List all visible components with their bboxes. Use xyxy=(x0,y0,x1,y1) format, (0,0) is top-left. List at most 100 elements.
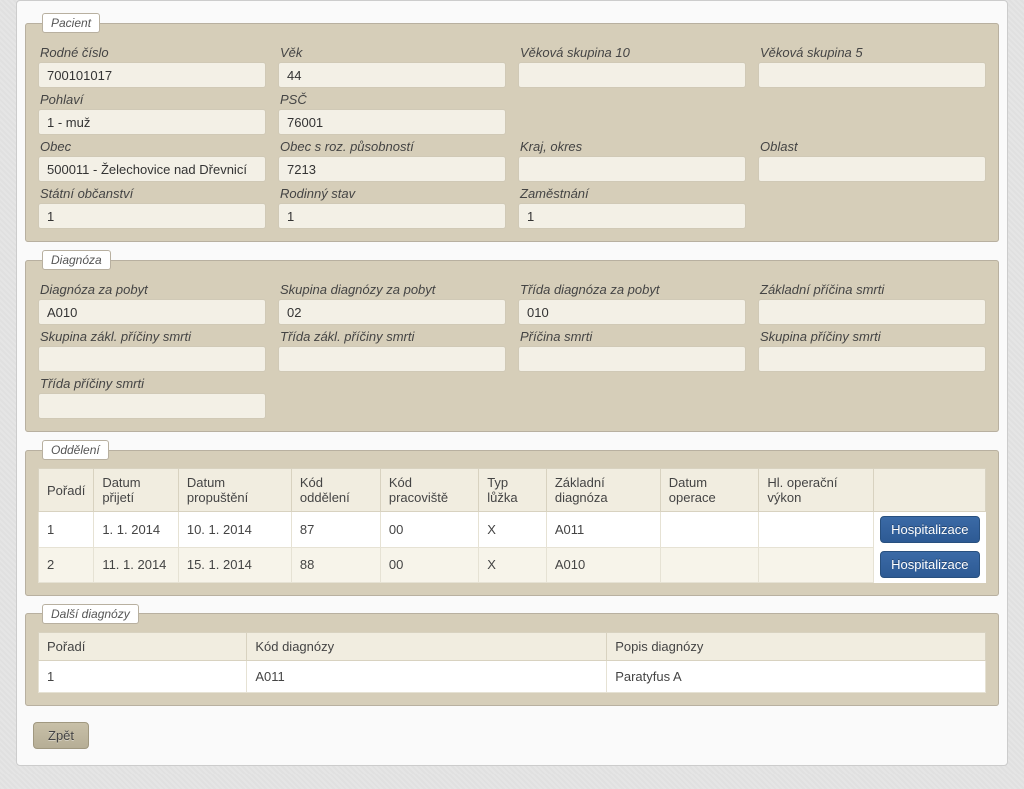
fieldset-pacient: Pacient Rodné číslo Věk Věková skupina 1… xyxy=(25,13,999,242)
cell-datum_operace xyxy=(660,512,759,548)
cell-datum_prijeti: 1. 1. 2014 xyxy=(94,512,179,548)
input-pricina-smrti[interactable] xyxy=(518,346,746,372)
label-psc: PSČ xyxy=(278,92,506,107)
field-statni-obcanstvi: Státní občanství xyxy=(38,186,266,229)
field-trida-zakl-pricina: Třída zákl. příčiny smrti xyxy=(278,329,506,372)
input-vek-skupina-5[interactable] xyxy=(758,62,986,88)
cell-kod_pracoviste: 00 xyxy=(380,547,478,582)
field-obec-roz: Obec s roz. působností xyxy=(278,139,506,182)
th-datum-operace[interactable]: Datum operace xyxy=(660,469,759,512)
field-vek-skupina-5: Věková skupina 5 xyxy=(758,45,986,88)
back-button[interactable]: Zpět xyxy=(33,722,89,749)
th-dd-poradi[interactable]: Pořadí xyxy=(39,632,247,660)
cell-kod: A011 xyxy=(247,660,607,692)
cell-zakladni_diagnoza: A010 xyxy=(546,547,660,582)
cell-zakladni_diagnoza: A011 xyxy=(546,512,660,548)
label-pohlavi: Pohlaví xyxy=(38,92,266,107)
th-datum-prijeti[interactable]: Datum přijetí xyxy=(94,469,179,512)
input-rodinny-stav[interactable] xyxy=(278,203,506,229)
label-pricina-smrti: Příčina smrti xyxy=(518,329,746,344)
fieldset-diagnoza: Diagnóza Diagnóza za pobyt Skupina diagn… xyxy=(25,250,999,432)
input-kraj-okres[interactable] xyxy=(518,156,746,182)
label-trida-zakl-pricina: Třída zákl. příčiny smrti xyxy=(278,329,506,344)
hospitalizace-button[interactable]: Hospitalizace xyxy=(880,516,979,543)
label-skup-diag-pobyt: Skupina diagnózy za pobyt xyxy=(278,282,506,297)
cell-kod_oddeleni: 88 xyxy=(291,547,380,582)
cell-datum_propusteni: 15. 1. 2014 xyxy=(178,547,291,582)
label-trida-pricina-smrti: Třída příčiny smrti xyxy=(38,376,266,391)
input-skup-pricina-smrti[interactable] xyxy=(758,346,986,372)
field-zamestnani: Zaměstnání xyxy=(518,186,746,229)
field-kraj-okres: Kraj, okres xyxy=(518,139,746,182)
table-oddeleni: Pořadí Datum přijetí Datum propuštění Kó… xyxy=(38,468,986,583)
field-skup-pricina-smrti: Skupina příčiny smrti xyxy=(758,329,986,372)
cell-popis: Paratyfus A xyxy=(607,660,986,692)
th-typ-luzka[interactable]: Typ lůžka xyxy=(479,469,547,512)
label-diag-pobyt: Diagnóza za pobyt xyxy=(38,282,266,297)
cell-kod_pracoviste: 00 xyxy=(380,512,478,548)
input-trida-zakl-pricina[interactable] xyxy=(278,346,506,372)
field-rodne-cislo: Rodné číslo xyxy=(38,45,266,88)
field-skup-zakl-pricina: Skupina zákl. příčiny smrti xyxy=(38,329,266,372)
field-skup-diag-pobyt: Skupina diagnózy za pobyt xyxy=(278,282,506,325)
input-obec[interactable] xyxy=(38,156,266,182)
cell-datum_propusteni: 10. 1. 2014 xyxy=(178,512,291,548)
field-trida-diag-pobyt: Třída diagnóza za pobyt xyxy=(518,282,746,325)
th-kod-oddeleni[interactable]: Kód oddělení xyxy=(291,469,380,512)
input-trida-pricina-smrti[interactable] xyxy=(38,393,266,419)
input-psc[interactable] xyxy=(278,109,506,135)
table-row: 11. 1. 201410. 1. 20148700XA011 Hospitali… xyxy=(39,512,986,548)
label-skup-pricina-smrti: Skupina příčiny smrti xyxy=(758,329,986,344)
label-oblast: Oblast xyxy=(758,139,986,154)
field-psc: PSČ xyxy=(278,92,506,135)
input-obec-roz[interactable] xyxy=(278,156,506,182)
label-obec: Obec xyxy=(38,139,266,154)
label-zakl-pricina-smrti: Základní příčina smrti xyxy=(758,282,986,297)
cell-poradi: 1 xyxy=(39,512,94,548)
input-vek-skupina-10[interactable] xyxy=(518,62,746,88)
th-dd-popis[interactable]: Popis diagnózy xyxy=(607,632,986,660)
cell-action: Hospitalizace xyxy=(874,547,986,582)
field-oblast: Oblast xyxy=(758,139,986,182)
th-zakladni-diagnoza[interactable]: Základní diagnóza xyxy=(546,469,660,512)
th-dd-kod[interactable]: Kód diagnózy xyxy=(247,632,607,660)
field-trida-pricina-smrti: Třída příčiny smrti xyxy=(38,376,266,419)
fieldset-dalsi-diagnozy: Další diagnózy Pořadí Kód diagnózy Popis… xyxy=(25,604,999,706)
input-trida-diag-pobyt[interactable] xyxy=(518,299,746,325)
cell-kod_oddeleni: 87 xyxy=(291,512,380,548)
legend-pacient: Pacient xyxy=(42,13,100,33)
label-skup-zakl-pricina: Skupina zákl. příčiny smrti xyxy=(38,329,266,344)
hospitalizace-button[interactable]: Hospitalizace xyxy=(880,551,979,578)
label-rodinny-stav: Rodinný stav xyxy=(278,186,506,201)
label-vek-skupina-10: Věková skupina 10 xyxy=(518,45,746,60)
table-row: 1A011Paratyfus A xyxy=(39,660,986,692)
th-poradi[interactable]: Pořadí xyxy=(39,469,94,512)
table-row: 211. 1. 201415. 1. 20148800XA010Hospital… xyxy=(39,547,986,582)
cell-poradi: 1 xyxy=(39,660,247,692)
fieldset-oddeleni: Oddělení Pořadí Datum přijetí Datum prop… xyxy=(25,440,999,596)
field-vek-skupina-10: Věková skupina 10 xyxy=(518,45,746,88)
cell-poradi: 2 xyxy=(39,547,94,582)
input-oblast[interactable] xyxy=(758,156,986,182)
input-skup-diag-pobyt[interactable] xyxy=(278,299,506,325)
cell-action: Hospitalizace xyxy=(874,512,986,548)
th-datum-propusteni[interactable]: Datum propuštění xyxy=(178,469,291,512)
th-kod-pracoviste[interactable]: Kód pracoviště xyxy=(380,469,478,512)
input-diag-pobyt[interactable] xyxy=(38,299,266,325)
field-diag-pobyt: Diagnóza za pobyt xyxy=(38,282,266,325)
input-pohlavi[interactable] xyxy=(38,109,266,135)
label-statni-obcanstvi: Státní občanství xyxy=(38,186,266,201)
input-rodne-cislo[interactable] xyxy=(38,62,266,88)
input-vek[interactable] xyxy=(278,62,506,88)
label-zamestnani: Zaměstnání xyxy=(518,186,746,201)
input-zakl-pricina-smrti[interactable] xyxy=(758,299,986,325)
cell-typ_luzka: X xyxy=(479,512,547,548)
field-obec: Obec xyxy=(38,139,266,182)
input-statni-obcanstvi[interactable] xyxy=(38,203,266,229)
input-zamestnani[interactable] xyxy=(518,203,746,229)
input-skup-zakl-pricina[interactable] xyxy=(38,346,266,372)
main-panel: Pacient Rodné číslo Věk Věková skupina 1… xyxy=(16,0,1008,766)
cell-typ_luzka: X xyxy=(479,547,547,582)
th-hl-operacni-vykon[interactable]: Hl. operační výkon xyxy=(759,469,874,512)
field-zakl-pricina-smrti: Základní příčina smrti xyxy=(758,282,986,325)
